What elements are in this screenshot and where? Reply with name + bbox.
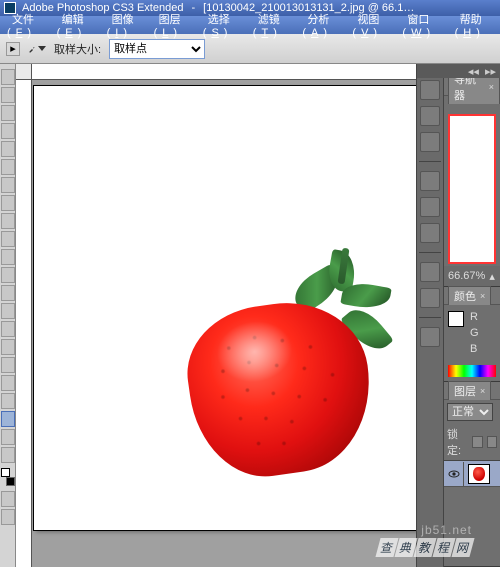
swatches-icon[interactable]: [420, 197, 440, 217]
ruler-origin[interactable]: [16, 64, 32, 80]
zoom-out-icon[interactable]: ▴: [489, 270, 495, 283]
tool-stamp[interactable]: [1, 213, 15, 229]
navigator-icon[interactable]: [420, 80, 440, 100]
color-icon[interactable]: [420, 171, 440, 191]
quickmask[interactable]: [1, 491, 15, 507]
menu-view[interactable]: 视图(V): [347, 11, 397, 39]
tool-history[interactable]: [1, 231, 15, 247]
menu-bar[interactable]: 文件(F) 编辑(E) 图像(I) 图层(L) 选择(S) 滤镜(T) 分析(A…: [0, 16, 500, 34]
panels-dock: ◂◂▸▸ 导航器× 66.67% ▴: [416, 64, 500, 567]
color-panel: 颜色× R G B: [444, 287, 500, 382]
color-swatches[interactable]: [1, 468, 15, 486]
dock-collapse-bar[interactable]: ◂◂▸▸: [417, 64, 500, 78]
styles-icon[interactable]: [420, 223, 440, 243]
ruler-horizontal[interactable]: [32, 64, 416, 80]
ruler-vertical[interactable]: [16, 80, 32, 567]
tool-shape[interactable]: [1, 375, 15, 391]
tools-palette: [0, 64, 16, 567]
tool-eraser[interactable]: [1, 249, 15, 265]
menu-help[interactable]: 帮助(H): [450, 11, 500, 39]
tool-zoom[interactable]: [1, 447, 15, 463]
info-icon[interactable]: [420, 132, 440, 152]
tool-preset-picker[interactable]: ▸: [6, 42, 20, 56]
blend-mode-select[interactable]: 正常: [447, 403, 493, 421]
document-viewport[interactable]: [32, 80, 416, 567]
screenmode[interactable]: [1, 509, 15, 525]
document-canvas[interactable]: [34, 86, 416, 530]
tool-gradient[interactable]: [1, 267, 15, 283]
navigator-panel: 导航器× 66.67% ▴: [444, 78, 500, 287]
color-swatch-pair[interactable]: [448, 311, 464, 355]
tool-lasso[interactable]: [1, 105, 15, 121]
tool-dodge[interactable]: [1, 303, 15, 319]
layers-panel: 图层× 正常 锁定:: [444, 382, 500, 567]
close-icon[interactable]: ×: [480, 291, 485, 301]
menu-select[interactable]: 选择(S): [198, 11, 248, 39]
navigator-thumbnail[interactable]: [448, 114, 496, 264]
tool-marquee[interactable]: [1, 87, 15, 103]
menu-filter[interactable]: 滤镜(T): [248, 11, 298, 39]
menu-layer[interactable]: 图层(L): [149, 11, 198, 39]
menu-window[interactable]: 窗口(W): [397, 11, 449, 39]
close-icon[interactable]: ×: [480, 386, 485, 396]
sample-size-label: 取样大小:: [54, 41, 101, 57]
tool-type[interactable]: [1, 339, 15, 355]
tool-pen[interactable]: [1, 321, 15, 337]
lock-pixels-icon[interactable]: [487, 436, 497, 448]
menu-edit[interactable]: 编辑(E): [52, 11, 102, 39]
tool-move[interactable]: [1, 69, 15, 85]
menu-file[interactable]: 文件(F): [2, 11, 52, 39]
tool-brush[interactable]: [1, 195, 15, 211]
tool-blur[interactable]: [1, 285, 15, 301]
tool-path[interactable]: [1, 357, 15, 373]
close-icon[interactable]: ×: [489, 82, 494, 92]
panel-icon-strip: [417, 64, 444, 567]
layer-thumbnail[interactable]: [468, 464, 490, 484]
visibility-eye-icon[interactable]: [444, 462, 464, 486]
sample-size-select[interactable]: 取样点: [109, 39, 205, 59]
tool-wand[interactable]: [1, 123, 15, 139]
tool-heal[interactable]: [1, 177, 15, 193]
menu-analysis[interactable]: 分析(A): [297, 11, 347, 39]
eyedropper-icon[interactable]: [28, 40, 46, 58]
histogram-icon[interactable]: [420, 106, 440, 126]
menu-image[interactable]: 图像(I): [102, 11, 149, 39]
layer-row[interactable]: [444, 461, 500, 487]
tool-eyedropper[interactable]: [1, 411, 15, 427]
color-tab[interactable]: 颜色×: [448, 286, 491, 305]
zoom-value[interactable]: 66.67%: [448, 270, 485, 282]
canvas-area: [16, 64, 416, 567]
color-spectrum[interactable]: [448, 365, 496, 377]
image-strawberry: [182, 244, 402, 484]
tool-crop[interactable]: [1, 141, 15, 157]
lock-transparency-icon[interactable]: [472, 436, 482, 448]
lock-label: 锁定:: [447, 426, 468, 458]
tool-notes[interactable]: [1, 393, 15, 409]
character-icon[interactable]: [420, 262, 440, 282]
tool-hand[interactable]: [1, 429, 15, 445]
layers-tab[interactable]: 图层×: [448, 381, 491, 400]
tool-slice[interactable]: [1, 159, 15, 175]
layers-icon[interactable]: [420, 327, 440, 347]
paragraph-icon[interactable]: [420, 288, 440, 308]
